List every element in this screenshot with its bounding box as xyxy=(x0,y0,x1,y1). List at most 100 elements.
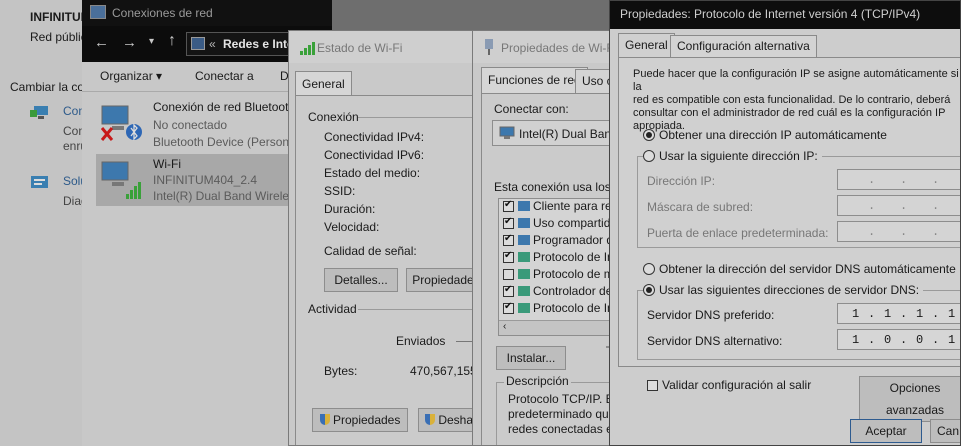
tab-general[interactable]: General xyxy=(295,71,352,95)
component-checkbox-icon[interactable] xyxy=(503,199,514,212)
accept-button[interactable]: Aceptar xyxy=(850,419,922,443)
bytes-label: Bytes: xyxy=(324,364,358,378)
section-activity: Actividad xyxy=(308,302,357,316)
component-label: Protocolo de Int xyxy=(533,301,618,315)
component-list-item[interactable]: Controlador de p xyxy=(503,284,619,298)
connect-with-label: Conectar con: xyxy=(494,102,569,116)
recent-dropdown-icon[interactable]: ▾ xyxy=(149,36,154,47)
description-line: redes conectadas entr xyxy=(508,422,620,436)
component-checkbox-icon[interactable] xyxy=(503,233,514,246)
adapter-box: Intel(R) Dual Band xyxy=(492,120,619,146)
ipv6-connectivity-label: Conectividad IPv6: xyxy=(324,148,425,162)
intro-line: red es compatible con esta funcionalidad… xyxy=(633,94,951,106)
install-button[interactable]: Instalar... xyxy=(496,346,566,370)
back-arrow-icon[interactable]: ← xyxy=(94,34,109,51)
bg-change-settings[interactable]: Cambiar la co xyxy=(10,80,84,94)
scroll-left-icon[interactable]: ‹ xyxy=(503,321,506,332)
radio-ip-auto[interactable]: Obtener una dirección IP automáticamente xyxy=(643,128,887,142)
tab-general[interactable]: General xyxy=(618,33,675,58)
bg-title: INFINITUI xyxy=(30,10,84,24)
component-checkbox-icon[interactable] xyxy=(503,250,514,263)
alternate-dns-label: Servidor DNS alternativo: xyxy=(647,334,783,348)
component-checkbox-icon[interactable] xyxy=(503,216,514,229)
troubleshoot-icon xyxy=(30,174,50,192)
preferred-dns-field[interactable]: 1. 1. 1. 1 xyxy=(837,303,960,324)
radio-selected-icon xyxy=(643,129,655,141)
duration-label: Duración: xyxy=(324,202,376,216)
validate-on-exit-label: Validar configuración al salir xyxy=(662,378,812,392)
component-list-item[interactable]: Programador de xyxy=(503,233,619,247)
component-checkbox-icon[interactable] xyxy=(503,284,514,297)
section-connection: Conexión xyxy=(308,110,359,124)
component-icon xyxy=(518,252,530,262)
forward-arrow-icon[interactable]: → xyxy=(122,34,137,51)
address-chevron: « xyxy=(209,37,216,51)
divider xyxy=(358,309,483,310)
radio-dns-auto[interactable]: Obtener la dirección del servidor DNS au… xyxy=(643,262,956,276)
connection-device: Bluetooth Device (Persona xyxy=(153,135,296,149)
connection-name: Wi-Fi xyxy=(153,157,181,171)
divider xyxy=(358,117,483,118)
bg-network-name: Red públic xyxy=(30,30,87,44)
properties-button-label: Propiedades xyxy=(332,413,401,427)
component-icon xyxy=(518,235,530,245)
component-icon xyxy=(518,286,530,296)
advanced-options-button[interactable]: Opciones avanzadas xyxy=(859,376,960,422)
tab-network-functions[interactable]: Funciones de red xyxy=(481,67,588,93)
ipv4-connectivity-label: Conectividad IPv4: xyxy=(324,130,425,144)
alternate-dns-field[interactable]: 1. 0. 0. 1 xyxy=(837,329,960,350)
title-bar: Propiedades de Wi-Fi xyxy=(473,31,619,63)
bluetooth-network-icon xyxy=(98,100,144,144)
radio-unselected-icon xyxy=(643,150,655,162)
properties-button[interactable]: Propiedades xyxy=(312,408,408,432)
cancel-button[interactable]: Can xyxy=(930,419,960,443)
component-checkbox-icon[interactable] xyxy=(503,269,514,280)
network-setup-icon xyxy=(30,103,50,121)
ip-address-field[interactable]: ... xyxy=(837,169,960,190)
wifi-status-window: Estado de Wi-Fi General Conexión Conecti… xyxy=(288,30,484,446)
details-button[interactable]: Detalles... xyxy=(324,268,398,292)
connection-status: INFINITUM404_2.4 xyxy=(153,173,258,187)
checkbox-icon xyxy=(647,380,658,391)
radio-dns-manual-label: Usar las siguientes direcciones de servi… xyxy=(659,283,920,297)
list-scrollbar[interactable]: ‹ xyxy=(499,320,619,335)
wifi-network-icon xyxy=(98,156,144,202)
component-list-item[interactable]: Uso compartido xyxy=(503,216,617,230)
radio-dns-manual[interactable]: Usar las siguientes direcciones de servi… xyxy=(643,283,924,297)
component-label: Cliente para red xyxy=(533,199,619,213)
component-icon xyxy=(518,269,530,279)
address-folder-icon xyxy=(191,37,205,50)
title-bar: Conexiones de red xyxy=(82,0,332,26)
ipv4-properties-dialog: Propiedades: Protocolo de Internet versi… xyxy=(609,0,961,446)
address-text: Redes e Inte xyxy=(223,37,294,51)
radio-dns-auto-label: Obtener la dirección del servidor DNS au… xyxy=(659,262,956,276)
component-list-item[interactable]: Protocolo de Int xyxy=(503,250,617,264)
window-title: Propiedades de Wi-Fi xyxy=(501,41,617,55)
radio-ip-auto-label: Obtener una dirección IP automáticamente xyxy=(659,128,887,142)
radio-ip-manual[interactable]: Usar la siguiente dirección IP: xyxy=(643,149,822,163)
organize-menu[interactable]: Organizar ▾ xyxy=(100,69,162,83)
tab-alternate-configuration[interactable]: Configuración alternativa xyxy=(670,35,817,58)
connection-name: Conexión de red Bluetoot xyxy=(153,100,289,114)
ssid-label: SSID: xyxy=(324,184,356,198)
gateway-field[interactable]: ... xyxy=(837,221,960,242)
window-title: Conexiones de red xyxy=(112,6,213,20)
up-arrow-icon[interactable]: ↑ xyxy=(168,32,176,50)
speed-label: Velocidad: xyxy=(324,220,380,234)
validate-on-exit-checkbox[interactable]: Validar configuración al salir xyxy=(647,378,811,392)
connect-to-button[interactable]: Conectar a xyxy=(195,69,254,83)
shield-icon xyxy=(319,414,330,425)
component-icon xyxy=(518,303,530,313)
signal-quality-label: Calidad de señal: xyxy=(324,244,417,258)
component-icon xyxy=(518,218,530,228)
component-checkbox-icon[interactable] xyxy=(503,301,514,314)
component-list-item[interactable]: Cliente para red xyxy=(503,199,618,213)
subnet-mask-field[interactable]: ... xyxy=(837,195,960,216)
title-bar: Propiedades: Protocolo de Internet versi… xyxy=(610,1,960,29)
adapter-icon xyxy=(499,126,515,140)
intro-line: consultar con el administrador de red cu… xyxy=(633,107,946,119)
component-list-item[interactable]: Protocolo de Int xyxy=(503,301,617,315)
component-list-item[interactable]: Protocolo de mu xyxy=(503,267,619,281)
intro-line: Puede hacer que la configuración IP se a… xyxy=(633,68,959,93)
network-adapter-icon xyxy=(483,39,495,55)
